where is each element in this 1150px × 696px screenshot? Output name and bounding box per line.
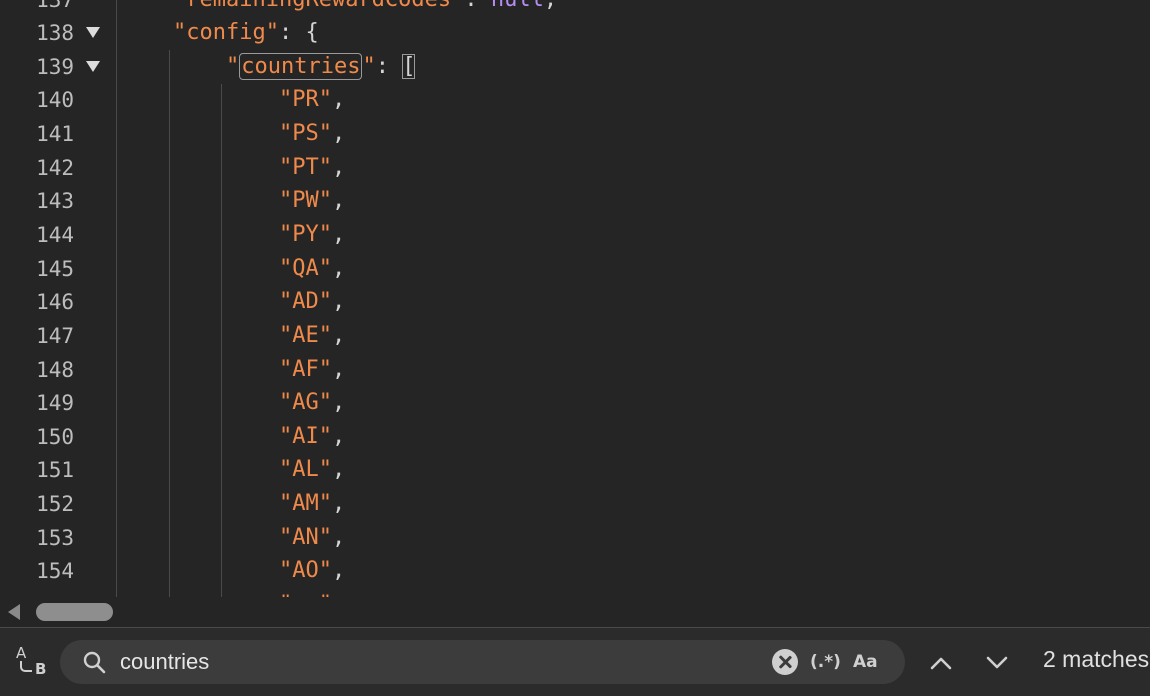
scroll-left-icon[interactable] <box>8 604 20 620</box>
line-number: 138 <box>36 21 74 45</box>
json-string: AL <box>292 457 319 483</box>
code-line-141[interactable]: 141 "PS", <box>0 117 1150 151</box>
bracket-match-highlight: [ <box>402 53 416 79</box>
line-content: "AD", <box>279 289 346 315</box>
code-line-partial: " " <box>0 588 1150 597</box>
fold-arrow-icon[interactable] <box>86 60 100 72</box>
line-number: 154 <box>36 559 74 584</box>
line-content: "AO", <box>279 558 346 584</box>
code-line-142[interactable]: 142 "PT", <box>0 151 1150 185</box>
json-string: AN <box>292 524 319 550</box>
clear-icon[interactable] <box>772 649 798 675</box>
line-number: 143 <box>36 189 74 214</box>
match-count: 2 matches <box>1043 646 1150 672</box>
fold-arrow-icon[interactable] <box>86 27 100 38</box>
line-number: 147 <box>36 323 74 348</box>
line-number: 141 <box>36 121 74 146</box>
line-content: "AN", <box>279 524 346 550</box>
line-content: "PR", <box>279 87 346 113</box>
search-box: (.*) Aa <box>60 640 905 684</box>
regex-toggle-button[interactable]: (.*) <box>810 649 841 675</box>
line-content: "PT", <box>279 154 346 180</box>
indent-guide <box>116 0 117 597</box>
line-content: "config": { <box>173 20 319 45</box>
line-number: 146 <box>36 290 74 315</box>
line-content: "QA", <box>279 255 346 281</box>
json-string: PR <box>292 87 319 113</box>
code-line-153[interactable]: 153 "AN", <box>0 521 1150 555</box>
code-line-143[interactable]: 143 "PW", <box>0 184 1150 218</box>
indent-guide <box>221 84 222 597</box>
json-string: AM <box>292 491 319 517</box>
line-content: "countries": [ <box>226 52 416 80</box>
line-content: "PW", <box>279 188 346 214</box>
line-number: 137 <box>36 0 74 12</box>
replace-toggle-icon[interactable]: AB <box>14 644 50 680</box>
line-number: 148 <box>36 357 74 382</box>
line-number: 153 <box>36 525 74 550</box>
line-content: "AI", <box>279 423 346 449</box>
line-number: 149 <box>36 391 74 416</box>
json-string: AD <box>292 289 319 315</box>
indent-guide <box>169 50 170 597</box>
line-number: 152 <box>36 492 74 517</box>
code-line-139[interactable]: 139 "countries": [ <box>0 50 1150 84</box>
search-match-highlight: countries <box>239 52 363 80</box>
json-string: AF <box>292 356 319 382</box>
line-number: 139 <box>36 54 74 79</box>
code-line-148[interactable]: 148 "AF", <box>0 353 1150 387</box>
line-content: "AG", <box>279 390 346 416</box>
code-line-140[interactable]: 140 "PR", <box>0 83 1150 117</box>
line-number: 151 <box>36 458 74 483</box>
code-line-149[interactable]: 149 "AG", <box>0 386 1150 420</box>
json-string: QA <box>292 255 319 281</box>
horizontal-scrollbar[interactable] <box>0 597 1150 627</box>
chevron-up-icon[interactable] <box>930 652 952 674</box>
code-line-152[interactable]: 152 "AM", <box>0 487 1150 521</box>
code-line-151[interactable]: 151 "AL", <box>0 453 1150 487</box>
json-string: PT <box>292 154 319 180</box>
code-line-147[interactable]: 147 "AE", <box>0 319 1150 353</box>
json-value: null <box>491 0 544 12</box>
json-string: AG <box>292 390 319 416</box>
code-line-145[interactable]: 145 "QA", <box>0 252 1150 286</box>
line-number: 150 <box>36 424 74 449</box>
json-key: config <box>186 20 266 45</box>
find-bar: AB (.*) Aa 2 matches <box>0 627 1150 696</box>
code-editor[interactable]: 137 "remainingRewardCodes": null, 138 "co… <box>0 0 1150 597</box>
code-line-154[interactable]: 154 "AO", <box>0 554 1150 588</box>
line-content: "PS", <box>279 120 346 146</box>
json-string: AI <box>292 423 319 449</box>
code-line-138[interactable]: 138 "config": { <box>0 16 1150 50</box>
line-number: 144 <box>36 222 74 247</box>
code-line-137[interactable]: 137 "remainingRewardCodes": null, <box>0 0 1150 17</box>
line-content: "remainingRewardCodes": null, <box>173 0 557 17</box>
line-content: "AM", <box>279 491 346 517</box>
json-string: AE <box>292 322 319 348</box>
line-content: "PY", <box>279 221 346 247</box>
json-string: PY <box>292 221 319 247</box>
json-string: PS <box>292 120 319 146</box>
line-content: "AL", <box>279 457 346 483</box>
search-icon <box>83 651 106 674</box>
code-line-144[interactable]: 144 "PY", <box>0 218 1150 252</box>
line-number: 145 <box>36 256 74 281</box>
line-number: 142 <box>36 155 74 180</box>
json-key: remainingRewardCodes <box>186 0 451 12</box>
match-case-button[interactable]: Aa <box>853 649 878 675</box>
chevron-down-icon[interactable] <box>986 652 1008 674</box>
line-content: "AF", <box>279 356 346 382</box>
line-content: "AE", <box>279 322 346 348</box>
search-input[interactable] <box>120 646 760 678</box>
line-number: 140 <box>36 88 74 113</box>
code-line-146[interactable]: 146 "AD", <box>0 285 1150 319</box>
code-line-150[interactable]: 150 "AI", <box>0 420 1150 454</box>
scrollbar-thumb[interactable] <box>36 603 113 621</box>
json-string: PW <box>292 188 319 214</box>
json-string: AO <box>292 558 319 584</box>
